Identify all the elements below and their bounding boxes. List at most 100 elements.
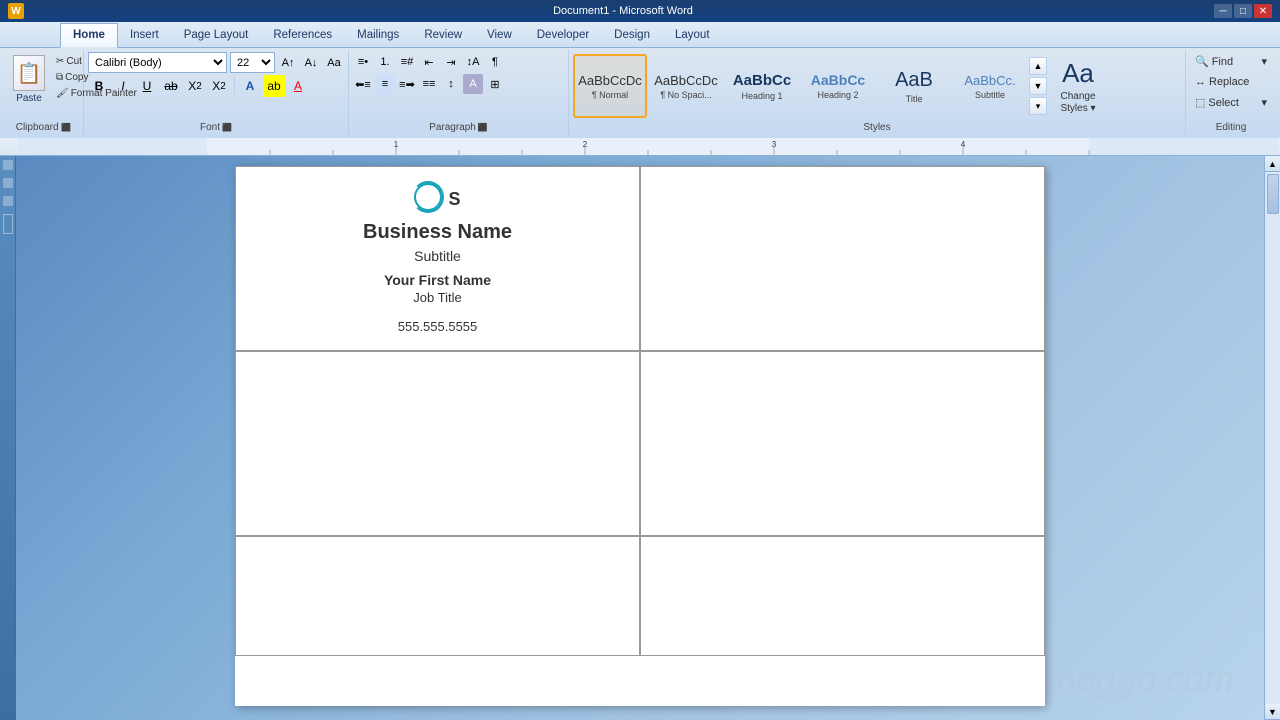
- style-title-label: Title: [906, 94, 923, 104]
- card-cell-middle-right[interactable]: [640, 351, 1045, 536]
- tab-review[interactable]: Review: [412, 22, 475, 47]
- style-subtitle-button[interactable]: AaBbCc. Subtitle: [953, 54, 1027, 118]
- bold-button[interactable]: B: [88, 75, 110, 97]
- text-effects-button[interactable]: A: [239, 75, 261, 97]
- style-title-button[interactable]: AaB Title: [877, 54, 951, 118]
- subscript-button[interactable]: X2: [184, 75, 206, 97]
- scroll-thumb[interactable]: [1267, 174, 1279, 214]
- card-cell-top-left[interactable]: S Business Name Subtitle Your First Name…: [235, 166, 640, 351]
- card-cell-top-right[interactable]: [640, 166, 1045, 351]
- styles-scroll-up-button[interactable]: ▲: [1029, 57, 1047, 75]
- tab-home[interactable]: Home: [60, 23, 118, 48]
- style-no-spacing-preview: AaBbCcDc: [654, 73, 718, 88]
- app-icon: W: [8, 3, 24, 19]
- decrease-font-size-button[interactable]: A↓: [301, 53, 321, 73]
- card-business-name: Business Name: [363, 221, 512, 244]
- tab-design[interactable]: Design: [602, 22, 663, 47]
- style-heading2-button[interactable]: AaBbCc Heading 2: [801, 54, 875, 118]
- tab-insert[interactable]: Insert: [118, 22, 172, 47]
- borders-button[interactable]: ⊞: [485, 74, 505, 94]
- align-center-button[interactable]: ≡: [375, 74, 395, 94]
- sort-button[interactable]: ↕A: [463, 52, 483, 72]
- styles-group-label: Styles: [569, 122, 1185, 133]
- font-size-select[interactable]: 22 81012141824: [230, 52, 275, 73]
- underline-button[interactable]: U: [136, 75, 158, 97]
- font-name-select[interactable]: Calibri (Body) Arial Times New Roman: [88, 52, 227, 73]
- decrease-indent-button[interactable]: ⇤: [419, 52, 439, 72]
- italic-button[interactable]: I: [112, 75, 134, 97]
- line-spacing-button[interactable]: ↕: [441, 74, 461, 94]
- replace-button[interactable]: ↔ Replace: [1190, 73, 1272, 91]
- scissors-icon: ✂: [56, 56, 64, 67]
- copy-icon: ⧉: [56, 72, 63, 83]
- clear-formatting-button[interactable]: Aa: [324, 53, 344, 73]
- strikethrough-button[interactable]: ab: [160, 75, 182, 97]
- paragraph-expand-icon[interactable]: ⬛: [478, 123, 488, 132]
- replace-icon: ↔: [1195, 76, 1206, 88]
- card-logo: [414, 183, 442, 211]
- style-subtitle-preview: AaBbCc.: [964, 73, 1015, 88]
- style-heading1-label: Heading 1: [741, 91, 782, 101]
- tab-view[interactable]: View: [475, 22, 525, 47]
- minimize-button[interactable]: ─: [1214, 4, 1232, 18]
- style-heading2-label: Heading 2: [817, 90, 858, 100]
- bullets-button[interactable]: ≡•: [353, 52, 373, 72]
- style-heading2-preview: AaBbCc: [811, 72, 865, 88]
- editing-group-label: Editing: [1186, 122, 1276, 133]
- scroll-track[interactable]: [1265, 172, 1280, 704]
- show-hide-button[interactable]: ¶: [485, 52, 505, 72]
- style-no-spacing-button[interactable]: AaBbCcDc ¶ No Spaci...: [649, 54, 723, 118]
- sidebar-icon-1[interactable]: [3, 160, 13, 170]
- close-button[interactable]: ✕: [1254, 4, 1272, 18]
- align-left-button[interactable]: ⬅≡: [353, 74, 373, 94]
- sidebar-icon-3[interactable]: [3, 196, 13, 206]
- clipboard-label: Clipboard ⬛: [4, 122, 83, 133]
- card-cell-bottom-left[interactable]: [235, 536, 640, 656]
- style-no-spacing-label: ¶ No Spaci...: [660, 90, 711, 100]
- card-job-title: Job Title: [413, 290, 461, 305]
- font-expand-icon[interactable]: ⬛: [222, 123, 232, 132]
- select-button[interactable]: ⬚ Select ▾: [1190, 93, 1272, 112]
- tab-page-layout[interactable]: Page Layout: [172, 22, 262, 47]
- vertical-scrollbar: ▲ ▼: [1264, 156, 1280, 720]
- scroll-up-button[interactable]: ▲: [1265, 156, 1280, 172]
- scroll-down-button[interactable]: ▼: [1265, 704, 1280, 720]
- multilevel-list-button[interactable]: ≡#: [397, 52, 417, 72]
- svg-text:2: 2: [583, 140, 588, 149]
- justify-button[interactable]: ≡≡: [419, 74, 439, 94]
- superscript-button[interactable]: X2: [208, 75, 230, 97]
- style-heading1-button[interactable]: AaBbCc Heading 1: [725, 54, 799, 118]
- find-icon: 🔍: [1195, 55, 1209, 68]
- tab-mailings[interactable]: Mailings: [345, 22, 412, 47]
- increase-indent-button[interactable]: ⇥: [441, 52, 461, 72]
- increase-font-size-button[interactable]: A↑: [278, 53, 298, 73]
- align-right-button[interactable]: ≡➡: [397, 74, 417, 94]
- style-normal-button[interactable]: AaBbCcDc ¶ Normal: [573, 54, 647, 118]
- styles-more-button[interactable]: ▾: [1029, 97, 1047, 115]
- shading-button[interactable]: A: [463, 74, 483, 94]
- svg-text:1: 1: [394, 140, 399, 149]
- card-cell-middle-left[interactable]: [235, 351, 640, 536]
- numbering-button[interactable]: 1.: [375, 52, 395, 72]
- card-phone: 555.555.5555: [398, 319, 478, 334]
- text-highlight-button[interactable]: ab: [263, 75, 285, 97]
- font-group-label: Font ⬛: [84, 122, 348, 133]
- font-color-button[interactable]: A: [287, 75, 309, 97]
- change-styles-label: ChangeStyles ▾: [1060, 91, 1095, 115]
- tab-references[interactable]: References: [261, 22, 345, 47]
- card-cell-bottom-right[interactable]: [640, 536, 1045, 656]
- style-normal-label: ¶ Normal: [592, 90, 628, 100]
- tab-layout[interactable]: Layout: [663, 22, 723, 47]
- title-bar-text: Document1 - Microsoft Word: [32, 5, 1214, 17]
- clipboard-expand-icon[interactable]: ⬛: [61, 123, 71, 132]
- tab-developer[interactable]: Developer: [525, 22, 602, 47]
- sidebar-icon-2[interactable]: [3, 178, 13, 188]
- card-grid: S Business Name Subtitle Your First Name…: [235, 166, 1045, 656]
- find-button[interactable]: 🔍 Find ▾: [1190, 52, 1272, 71]
- card-subtitle-text: Subtitle: [414, 248, 461, 264]
- maximize-button[interactable]: □: [1234, 4, 1252, 18]
- styles-scroll-down-button[interactable]: ▼: [1029, 77, 1047, 95]
- change-styles-button[interactable]: Aa ChangeStyles ▾: [1049, 53, 1107, 120]
- navigation-pane-icon[interactable]: [3, 214, 13, 234]
- paste-button[interactable]: Paste: [8, 52, 50, 107]
